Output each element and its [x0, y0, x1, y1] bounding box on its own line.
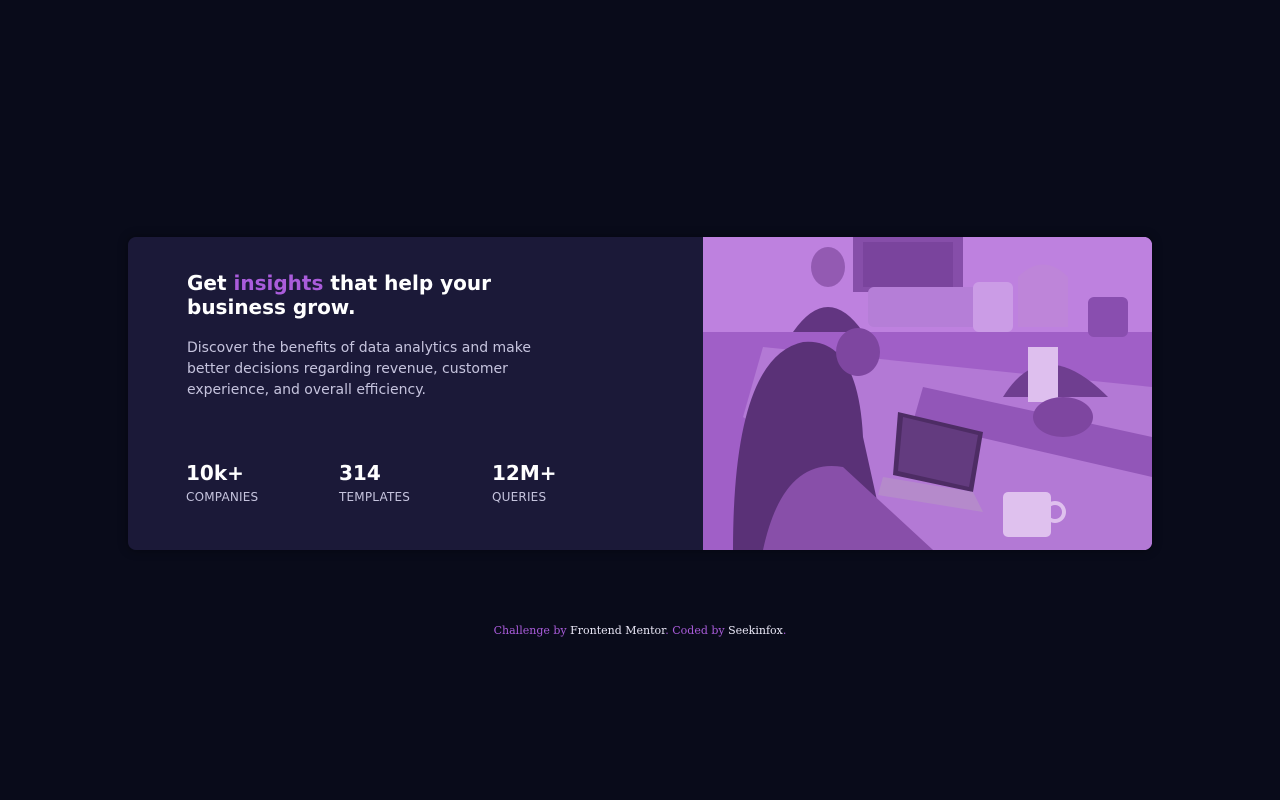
card-description: Discover the benefits of data analytics … — [187, 340, 531, 398]
challenge-text: Challenge by — [493, 624, 571, 637]
stat-label: COMPANIES — [186, 490, 259, 504]
end-period: . — [782, 624, 787, 637]
stat-value: 314 — [339, 461, 381, 485]
stats-preview-card: Get insights that help your business gro… — [128, 237, 1152, 550]
card-content: Get insights that help your business gro… — [128, 237, 703, 550]
author-link[interactable]: Seekinfox — [728, 624, 783, 637]
stat-companies: 10k+ COMPANIES — [186, 461, 258, 504]
stat-value: 10k+ — [186, 461, 244, 485]
stat-label: TEMPLATES — [339, 490, 411, 504]
stat-queries: 12M+ QUERIES — [492, 461, 557, 504]
title-pre: Get — [187, 271, 234, 295]
stat-label: QUERIES — [492, 490, 547, 504]
frontend-mentor-link[interactable]: Frontend Mentor — [570, 624, 665, 637]
coded-text: Coded by — [672, 624, 729, 637]
stat-value: 12M+ — [492, 461, 557, 485]
card-title: Get insights that help your business gro… — [187, 271, 527, 319]
title-accent: insights — [233, 271, 324, 295]
header-image — [703, 237, 1152, 550]
attribution: Challenge by Frontend Mentor. Coded by S… — [0, 624, 1280, 637]
office-photo-illustration — [703, 237, 1152, 550]
stat-templates: 314 TEMPLATES — [339, 461, 410, 504]
